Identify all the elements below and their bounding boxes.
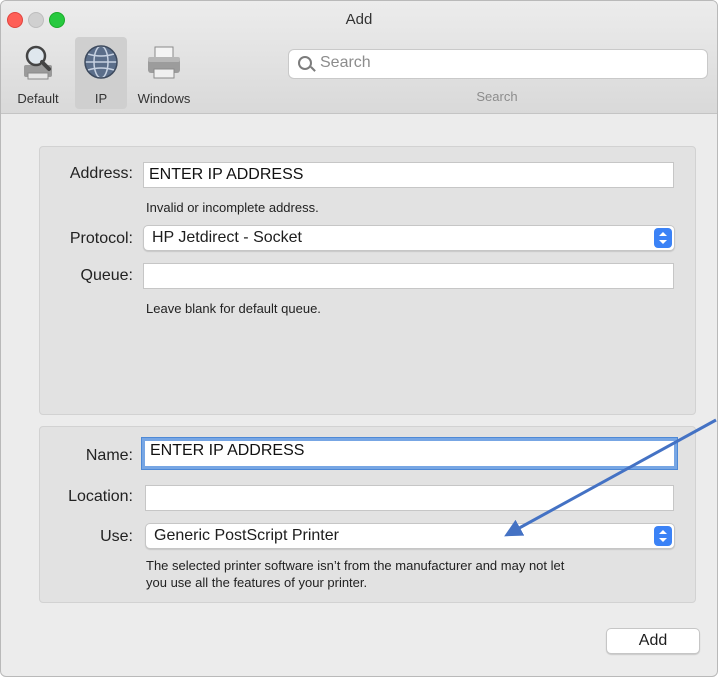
annotation-arrow [504,418,717,537]
